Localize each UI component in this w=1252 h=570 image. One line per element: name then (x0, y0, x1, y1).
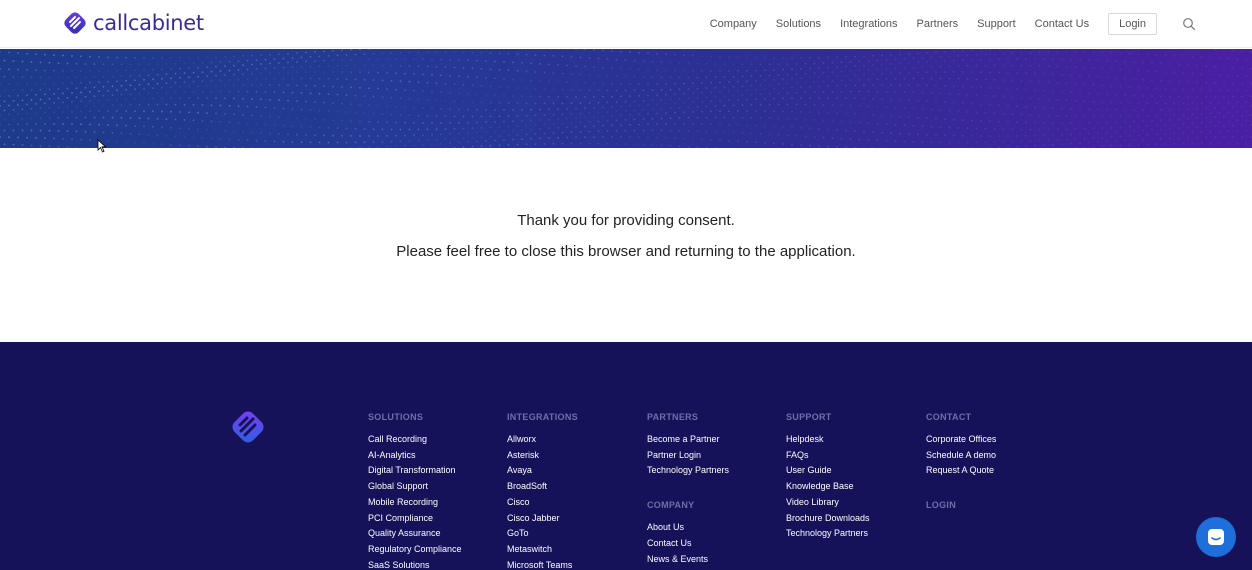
footer-link[interactable]: Request A Quote (926, 463, 996, 479)
hero-banner (0, 49, 1252, 148)
footer-link[interactable]: Mobile Recording (368, 495, 462, 511)
footer-link[interactable]: News & Events (647, 552, 729, 568)
footer-heading-support: SUPPORT (786, 412, 832, 422)
footer-heading-login[interactable]: LOGIN (926, 500, 996, 510)
footer-heading-solutions: SOLUTIONS (368, 412, 424, 422)
consent-message-line-2: Please feel free to close this browser a… (396, 243, 856, 260)
footer-heading-company: COMPANY (647, 500, 695, 511)
footer-link[interactable]: Knowledge Base (786, 479, 870, 495)
brand-name: callcabinet (93, 11, 204, 35)
nav-item-company[interactable]: Company (710, 18, 757, 30)
main-nav: Company Solutions Integrations Partners … (710, 0, 1252, 48)
footer-heading-partners: PARTNERS (647, 412, 699, 422)
brand-logo[interactable]: callcabinet (62, 10, 204, 36)
footer-col-contact: CONTACT Corporate Offices Schedule A dem… (926, 412, 996, 520)
footer-link[interactable]: Regulatory Compliance (368, 542, 462, 558)
nav-item-support[interactable]: Support (977, 18, 1016, 30)
footer-heading-contact: CONTACT (926, 412, 972, 422)
banner-dot-pattern (0, 49, 1252, 148)
mouse-cursor-icon (97, 139, 107, 153)
footer-link[interactable]: Contact Us (647, 536, 729, 552)
nav-item-contact-us[interactable]: Contact Us (1035, 18, 1089, 30)
footer-link[interactable]: Partner Login (647, 448, 729, 464)
footer-link[interactable]: Cisco (507, 495, 578, 511)
callcabinet-logo-icon (64, 12, 86, 34)
footer-link[interactable]: Become a Partner (647, 432, 729, 448)
footer-link[interactable]: User Guide (786, 463, 870, 479)
search-icon[interactable] (1182, 17, 1196, 31)
footer-link[interactable]: FAQs (786, 448, 870, 464)
footer-link[interactable]: Global Support (368, 479, 462, 495)
footer-link[interactable]: Helpdesk (786, 432, 870, 448)
site-footer: SOLUTIONS Call Recording AI-Analytics Di… (0, 342, 1252, 570)
nav-item-integrations[interactable]: Integrations (840, 18, 897, 30)
footer-col-integrations: INTEGRATIONS Allworx Asterisk Avaya Broa… (507, 412, 578, 570)
footer-link[interactable]: Corporate Offices (926, 432, 996, 448)
footer-link[interactable]: Microsoft Teams (507, 558, 578, 570)
footer-link[interactable]: SaaS Solutions (368, 558, 462, 570)
footer-link[interactable]: Brochure Downloads (786, 511, 870, 527)
footer-link[interactable]: BroadSoft (507, 479, 578, 495)
footer-link[interactable]: Cisco Jabber (507, 511, 578, 527)
footer-link[interactable]: GoTo (507, 526, 578, 542)
footer-link[interactable]: PCI Compliance (368, 511, 462, 527)
nav-item-partners[interactable]: Partners (917, 18, 959, 30)
chat-icon (1208, 529, 1224, 545)
footer-link[interactable]: Allworx (507, 432, 578, 448)
nav-item-solutions[interactable]: Solutions (776, 18, 821, 30)
footer-link[interactable]: Call Recording (368, 432, 462, 448)
footer-link[interactable]: Digital Transformation (368, 463, 462, 479)
footer-link[interactable]: Schedule A demo (926, 448, 996, 464)
footer-col-solutions: SOLUTIONS Call Recording AI-Analytics Di… (368, 412, 462, 570)
consent-message-line-1: Thank you for providing consent. (517, 212, 735, 229)
footer-link[interactable]: Video Library (786, 495, 870, 511)
login-button[interactable]: Login (1108, 13, 1157, 35)
footer-link[interactable]: Avaya (507, 463, 578, 479)
consent-message: Thank you for providing consent. Please … (0, 205, 1252, 267)
site-header: callcabinet Company Solutions Integratio… (0, 0, 1252, 48)
footer-link[interactable]: AI-Analytics (368, 448, 462, 464)
footer-link[interactable]: Technology Partners (647, 463, 729, 479)
footer-link[interactable]: Quality Assurance (368, 526, 462, 542)
footer-col-support: SUPPORT Helpdesk FAQs User Guide Knowled… (786, 412, 870, 542)
footer-link[interactable]: About Us (647, 520, 729, 536)
footer-logo-icon[interactable] (228, 406, 268, 450)
chat-launcher-button[interactable] (1196, 517, 1236, 557)
footer-heading-integrations: INTEGRATIONS (507, 412, 578, 422)
footer-link[interactable]: Metaswitch (507, 542, 578, 558)
footer-col-partners: PARTNERS Become a Partner Partner Login … (647, 412, 729, 567)
footer-link[interactable]: Asterisk (507, 448, 578, 464)
footer-link[interactable]: Technology Partners (786, 526, 870, 542)
